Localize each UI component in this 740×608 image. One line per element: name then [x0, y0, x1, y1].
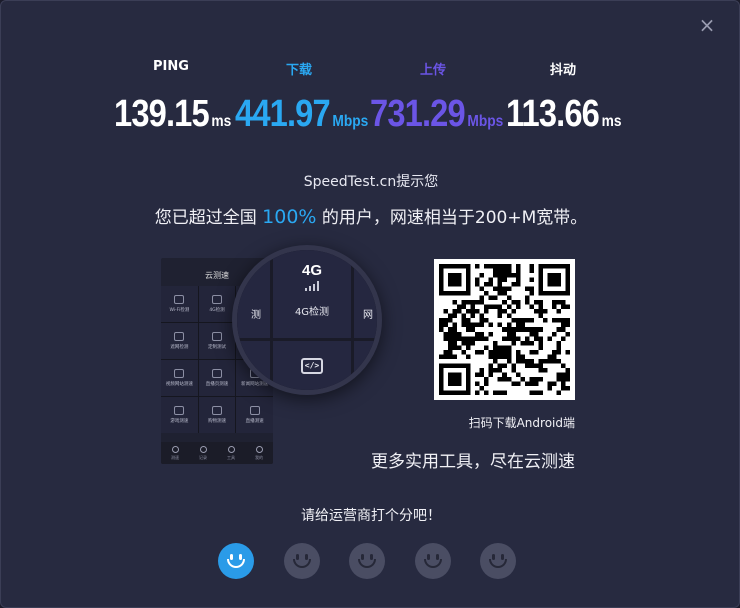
- phone-tool-cell: 4G检测: [198, 286, 236, 322]
- magnified-cell-left: 测: [237, 250, 270, 338]
- summary-percent: 100%: [262, 206, 317, 228]
- code-icon: </>: [301, 358, 323, 374]
- magnified-grid: 测 4G 4G检测 网 </>: [237, 250, 377, 390]
- download-unit: Mbps: [332, 113, 369, 130]
- rating-prompt: 请给运营商打个分吧！: [301, 508, 441, 524]
- lock-icon: [174, 406, 185, 415]
- smiley-icon-part: [423, 559, 442, 568]
- jitter-unit: ms: [601, 113, 622, 130]
- upload-label: 上传: [419, 63, 446, 78]
- qr-caption: 扫码下载Android端: [468, 416, 575, 430]
- magnified-cell-bottom-right: [354, 341, 377, 390]
- speedtest-notice: SpeedTest.cn提示您: [303, 174, 439, 190]
- phone-tool-cell: 购物测速: [198, 397, 236, 433]
- 4g-icon: [211, 295, 222, 304]
- magnified-cell-bottom-left: [237, 341, 270, 390]
- phone-tab: 工具: [227, 445, 235, 461]
- rating-face-5[interactable]: [480, 543, 516, 579]
- phone-tab-label: 记录: [199, 454, 207, 460]
- metrics-row: PING 下载 上传 抖动 139.15 ms 441.97 Mbps 731.29…: [1, 59, 739, 149]
- phone-tool-label: 游戏测速: [170, 419, 189, 424]
- download-value: 441.97 Mbps: [235, 93, 368, 136]
- smiley-icon-part: [292, 559, 311, 568]
- rating-faces: [1, 543, 739, 579]
- magnified-4g-label: 4G检测: [294, 307, 330, 318]
- tab-icon: [227, 445, 235, 453]
- phone-tab: 测速: [171, 445, 179, 461]
- smiley-icon-part: [358, 559, 376, 568]
- rating-face-2[interactable]: [283, 543, 320, 579]
- ping-number: 139.15: [114, 93, 210, 135]
- jitter-label: 抖动: [549, 63, 576, 78]
- phone-tool-label: 直播测速: [245, 419, 264, 424]
- phone-tab-label: 工具: [227, 454, 235, 460]
- phone-tool-cell: 定制测试: [198, 323, 236, 359]
- phone-tool-cell: 视频网站测速: [161, 360, 198, 396]
- code-icon: [211, 332, 222, 341]
- download-label: 下载: [285, 63, 312, 78]
- rating-face-1[interactable]: [218, 543, 254, 579]
- smiley-icon-part: [227, 559, 245, 568]
- tab-icon: [199, 445, 207, 453]
- phone-tool-label: 定制测试: [207, 345, 226, 350]
- phone-tool-cell: 直播测速: [236, 397, 273, 433]
- phone-tool-cell: 直播页测速: [198, 360, 236, 396]
- phone-tool-cell: 遮网检测: [161, 323, 198, 359]
- magnifier-lens: 测 4G 4G检测 网 </>: [232, 245, 382, 395]
- compass-icon: [211, 369, 222, 378]
- signal-bars-icon: [305, 281, 319, 291]
- phone-tab-label: 测速: [171, 454, 179, 460]
- qr-code: [434, 259, 575, 400]
- ping-value: 139.15 ms: [114, 93, 231, 136]
- magnified-cell-4g: 4G 4G检测: [273, 250, 351, 338]
- result-summary: 您已超过全国 100% 的用户，网速相当于200+M宽带。: [1, 203, 739, 228]
- phone-tool-label: Wi-Fi检测: [169, 308, 190, 313]
- tab-icon: [255, 445, 263, 453]
- speedtest-result-dialog: × PING 下载 上传 抖动 139.15 ms 441.97 Mbps 731.…: [0, 0, 740, 608]
- lock-icon: [174, 332, 185, 341]
- play-icon: [174, 369, 185, 378]
- rating-face-4[interactable]: [414, 543, 451, 579]
- phone-tab-label: 我的: [255, 454, 263, 460]
- rating-face-3[interactable]: [349, 543, 385, 579]
- phone-tool-cell: 游戏测速: [161, 397, 198, 433]
- phone-tab: 记录: [199, 445, 207, 461]
- phone-tool-cell: Wi-Fi检测: [161, 286, 198, 322]
- magnified-left-text: 测: [251, 309, 261, 321]
- jitter-number: 113.66: [506, 93, 600, 135]
- diamond-icon: [211, 406, 222, 415]
- phone-tool-label: 4G检测: [209, 308, 225, 313]
- wifi-icon: [174, 295, 185, 304]
- magnified-cell-code: </>: [273, 341, 351, 390]
- 4g-icon: 4G: [301, 262, 322, 279]
- tools-promo-text: 更多实用工具，尽在云测速: [371, 452, 575, 472]
- phone-tool-label: 直播页测速: [205, 382, 229, 387]
- phone-tool-label: 视频网站测速: [165, 382, 193, 387]
- phone-tab: 我的: [255, 445, 263, 461]
- summary-suffix: 的用户，网速相当于200+M宽带。: [321, 208, 588, 228]
- upload-value: 731.29 Mbps: [370, 93, 503, 136]
- magnified-right-text: 网: [363, 309, 373, 321]
- upload-number: 731.29: [370, 93, 466, 135]
- phone-tool-label: 购物测速: [207, 419, 226, 424]
- qr-code-image: [439, 264, 570, 395]
- summary-prefix: 您已超过全国: [154, 208, 257, 228]
- video-icon: [249, 406, 260, 415]
- close-icon[interactable]: ×: [697, 15, 717, 35]
- phone-tool-label: 遮网检测: [170, 345, 189, 350]
- jitter-value: 113.66 ms: [506, 93, 621, 136]
- magnified-cell-right: 网: [354, 250, 377, 338]
- smiley-icon-part: [489, 559, 507, 568]
- upload-unit: Mbps: [467, 113, 504, 130]
- phone-tab-bar: 测速 记录 工具 我的: [161, 442, 273, 464]
- tab-icon: [171, 445, 179, 453]
- download-number: 441.97: [235, 93, 331, 135]
- ping-unit: ms: [211, 113, 232, 130]
- ping-label: PING: [153, 59, 189, 74]
